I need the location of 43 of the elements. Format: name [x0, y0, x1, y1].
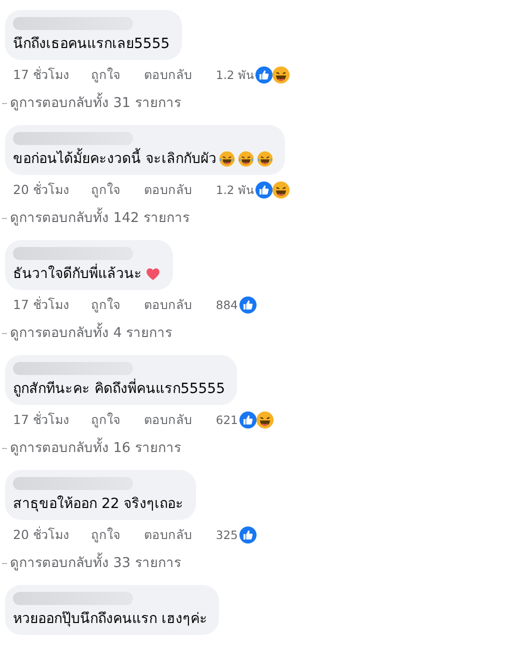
timestamp: 20 ชั่วโมง [13, 525, 69, 544]
view-replies-link[interactable]: ดูการตอบกลับทั้ง 16 รายการ [10, 438, 181, 458]
heart-icon [145, 266, 161, 282]
timestamp: 17 ชั่วโมง [13, 65, 69, 84]
timestamp: 17 ชั่วโมง [13, 295, 69, 314]
like-link[interactable]: ถูกใจ [90, 65, 120, 85]
reply-link[interactable]: ตอบกลับ [144, 65, 192, 85]
thumbs-up-icon [238, 526, 257, 544]
reply-link[interactable]: ตอบกลับ [144, 525, 192, 545]
like-link[interactable]: ถูกใจ [90, 525, 120, 545]
thumbs-up-icon [238, 296, 257, 314]
timestamp: 20 ชั่วโมง [13, 180, 69, 199]
laughing-face-icon [272, 66, 290, 84]
comment-text: ถูกสักทีนะคะ คิดถึงพี่คนแรก55555 [13, 380, 225, 398]
reaction-count: 325 [216, 527, 238, 544]
view-replies-link[interactable]: ดูการตอบกลับทั้ง 142 รายการ [10, 208, 190, 228]
reaction-count: 621 [216, 412, 238, 429]
reply-link[interactable]: ตอบกลับ [144, 295, 192, 315]
reply-link[interactable]: ตอบกลับ [144, 410, 192, 430]
laughing-face-icon [272, 181, 290, 199]
view-replies-link[interactable]: ดูการตอบกลับทั้ง 4 รายการ [10, 323, 172, 343]
timestamp: 17 ชั่วโมง [13, 410, 69, 429]
laughing-tears-icon [257, 151, 274, 167]
like-link[interactable]: ถูกใจ [90, 295, 120, 315]
thumbs-up-icon [254, 181, 273, 199]
comment-text: ขอก่อนได้มั้ยคะงวดนี้ จะเลิกกับผัว [13, 150, 216, 168]
comment-text: ธันวาใจดีกับพี่แล้วนะ [13, 265, 142, 283]
like-link[interactable]: ถูกใจ [90, 410, 120, 430]
thumbs-up-icon [238, 411, 257, 429]
reaction-count: 884 [216, 297, 238, 314]
reaction-count: 1.2 พัน [216, 182, 254, 199]
view-replies-link[interactable]: ดูการตอบกลับทั้ง 33 รายการ [10, 553, 181, 573]
view-replies-link[interactable]: ดูการตอบกลับทั้ง 31 รายการ [10, 93, 181, 113]
laughing-tears-icon [219, 151, 236, 167]
reply-link[interactable]: ตอบกลับ [144, 180, 192, 200]
thumbs-up-icon [254, 66, 273, 84]
laughing-face-icon [256, 411, 274, 429]
comment-text: หวยออกปุ๊บนึกถึงคนแรก เฮงๆค่ะ [13, 610, 208, 628]
reaction-count: 1.2 พัน [216, 67, 254, 84]
laughing-tears-icon [238, 151, 254, 167]
like-link[interactable]: ถูกใจ [90, 180, 120, 200]
comment-text: สาธุขอให้ออก 22 จริงๆเถอะ [13, 495, 184, 513]
comment-text: นึกถึงเธอคนแรกเลย5555 [13, 35, 170, 53]
